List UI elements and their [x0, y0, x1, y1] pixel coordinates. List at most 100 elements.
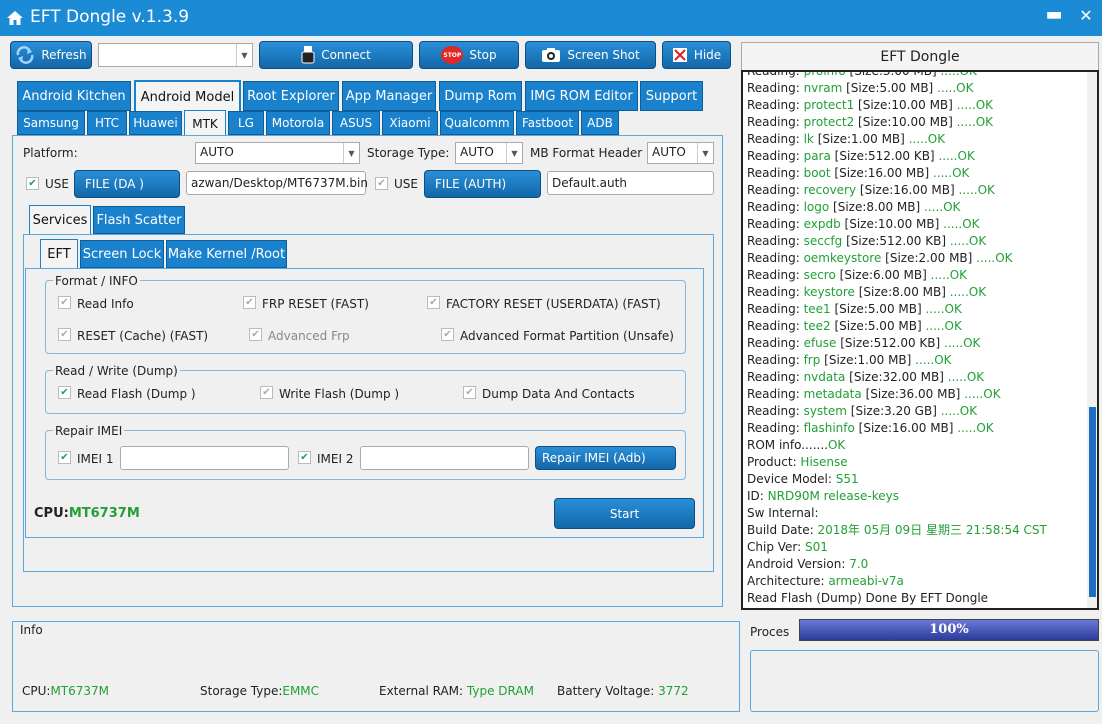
refresh-button[interactable]: Refresh	[10, 41, 92, 69]
log-name: system	[803, 404, 847, 418]
log-size: [Size:5.00 MB]	[830, 319, 922, 333]
progress-bar: 100%	[799, 619, 1099, 641]
tab-htc[interactable]: HTC	[87, 111, 127, 135]
tab-app-manager[interactable]: App Manager	[342, 81, 436, 111]
log-size: [Size:10.00 MB]	[840, 217, 940, 231]
log-status: .....OK	[921, 302, 962, 316]
log-status: S51	[835, 472, 859, 486]
stop-button[interactable]: STOP Stop	[419, 41, 519, 69]
log-prefix: Reading:	[747, 387, 804, 401]
log-name: recovery	[803, 183, 857, 197]
info-ram-value: Type DRAM	[466, 684, 534, 698]
advanced-format-checkbox[interactable]: ✔	[441, 328, 454, 341]
frp-reset-checkbox[interactable]: ✔	[243, 296, 256, 309]
log-size: [Size:5.00 MB]	[830, 302, 922, 316]
log-scrollbar[interactable]	[1087, 72, 1097, 608]
tab-make-kernel-root[interactable]: Make Kernel /Root	[166, 240, 287, 268]
minimize-icon[interactable]: ▬	[1044, 4, 1064, 28]
tab-eft[interactable]: EFT	[40, 239, 78, 269]
log-line: Reading: recovery [Size:16.00 MB] .....O…	[743, 182, 1097, 199]
use-auth-checkbox[interactable]: ✔	[375, 177, 388, 190]
reset-cache-checkbox[interactable]: ✔	[58, 328, 71, 341]
hide-button[interactable]: Hide	[662, 41, 731, 69]
tab-services[interactable]: Services	[29, 205, 91, 235]
log-size: [Size:16.00 MB]	[856, 183, 955, 197]
log-view[interactable]: Reading: proinfo [Size:3.00 MB] .....OK R…	[741, 70, 1099, 610]
tab-adb[interactable]: ADB	[581, 111, 619, 135]
tab-qualcomm[interactable]: Qualcomm	[440, 111, 514, 135]
log-name: para	[803, 149, 831, 163]
close-icon[interactable]: ✕	[1076, 6, 1096, 28]
use-da-checkbox[interactable]: ✔	[26, 177, 39, 190]
tab-fastboot[interactable]: Fastboot	[516, 111, 579, 135]
info-cpu-value: MT6737M	[50, 684, 110, 698]
auth-path-input[interactable]: Default.auth	[547, 171, 714, 195]
tab-support[interactable]: Support	[640, 81, 703, 111]
imei2-label: IMEI 2	[317, 452, 354, 466]
tab-android-model[interactable]: Android Model	[134, 80, 241, 112]
status-box	[750, 650, 1099, 712]
connect-button[interactable]: Connect	[259, 41, 413, 69]
tab-root-explorer[interactable]: Root Explorer	[243, 81, 339, 111]
use-auth-label: USE	[394, 177, 418, 191]
imei1-checkbox[interactable]: ✔	[58, 451, 71, 464]
mb-format-select[interactable]: AUTO ▼	[647, 142, 714, 164]
da-path-input[interactable]: azwan/Desktop/MT6737M.bin	[186, 171, 368, 195]
tab-android-kitchen[interactable]: Android Kitchen	[17, 81, 131, 111]
tab-flash-scatter[interactable]: Flash Scatter	[93, 206, 185, 234]
log-scrollbar-thumb[interactable]	[1089, 407, 1096, 597]
log-line: Reading: seccfg [Size:512.00 KB] .....OK	[743, 233, 1097, 250]
platform-select[interactable]: AUTO ▼	[195, 142, 360, 164]
log-line: Reading: metadata [Size:36.00 MB] .....O…	[743, 386, 1097, 403]
tab-motorola[interactable]: Motorola	[266, 111, 330, 135]
screenshot-button[interactable]: Screen Shot	[525, 41, 656, 69]
imei2-input[interactable]	[360, 446, 529, 470]
log-lines: Reading: proinfo [Size:3.00 MB] .....OK R…	[743, 72, 1097, 607]
write-flash-label: Write Flash (Dump )	[279, 387, 400, 401]
port-select[interactable]: ▼	[98, 43, 253, 67]
log-size: [Size:2.00 MB]	[881, 251, 973, 265]
log-prefix: ID:	[747, 489, 768, 503]
log-line: Reading: proinfo [Size:3.00 MB] .....OK	[743, 72, 1097, 80]
write-flash-checkbox[interactable]: ✔	[260, 386, 273, 399]
imei1-input[interactable]	[120, 446, 289, 470]
start-button[interactable]: Start	[554, 498, 695, 529]
advanced-frp-label: Advanced Frp	[268, 329, 350, 343]
repair-imei-title: Repair IMEI	[53, 424, 125, 438]
tab-asus[interactable]: ASUS	[332, 111, 380, 135]
tab-samsung[interactable]: Samsung	[17, 111, 85, 135]
tab-dump-rom[interactable]: Dump Rom	[439, 81, 522, 111]
tab-xiaomi[interactable]: Xiaomi	[382, 111, 438, 135]
tab-img-rom-editor[interactable]: IMG ROM Editor	[525, 81, 638, 111]
window-title: EFT Dongle v.1.3.9	[30, 7, 190, 27]
read-info-checkbox[interactable]: ✔	[58, 296, 71, 309]
progress-value: 100%	[929, 622, 969, 637]
info-panel	[12, 621, 740, 712]
log-name: tee2	[803, 319, 831, 333]
file-da-button[interactable]: FILE (DA )	[74, 170, 180, 198]
tab-screen-lock[interactable]: Screen Lock	[80, 240, 164, 268]
cpu-readout: CPU:MT6737M	[34, 506, 140, 521]
tab-lg[interactable]: LG	[228, 111, 264, 135]
title-bar: EFT Dongle v.1.3.9 ▬ ✕	[0, 0, 1102, 36]
log-status: .....OK	[933, 81, 974, 95]
log-line: Reading: protect2 [Size:10.00 MB] .....O…	[743, 114, 1097, 131]
factory-reset-checkbox[interactable]: ✔	[427, 296, 440, 309]
file-auth-button[interactable]: FILE (AUTH)	[424, 170, 541, 198]
tab-mtk[interactable]: MTK	[184, 110, 226, 136]
log-size: [Size:6.00 MB]	[835, 268, 927, 282]
read-flash-checkbox[interactable]: ✔	[58, 386, 71, 399]
imei2-checkbox[interactable]: ✔	[298, 451, 311, 464]
log-size: [Size:3.20 GB]	[846, 404, 937, 418]
storage-type-select[interactable]: AUTO ▼	[455, 142, 523, 164]
advanced-frp-checkbox[interactable]: ✔	[249, 328, 262, 341]
log-line: Reading: frp [Size:1.00 MB] .....OK	[743, 352, 1097, 369]
repair-imei-button[interactable]: Repair IMEI (Adb)	[535, 446, 676, 470]
log-prefix: Chip Ver:	[747, 540, 805, 554]
storage-type-label: Storage Type:	[367, 146, 450, 160]
advanced-format-label: Advanced Format Partition (Unsafe)	[460, 329, 674, 343]
tab-huawei[interactable]: Huawei	[129, 111, 182, 135]
dump-data-checkbox[interactable]: ✔	[463, 386, 476, 399]
platform-value: AUTO	[200, 145, 234, 159]
log-line: Reading: secro [Size:6.00 MB] .....OK	[743, 267, 1097, 284]
